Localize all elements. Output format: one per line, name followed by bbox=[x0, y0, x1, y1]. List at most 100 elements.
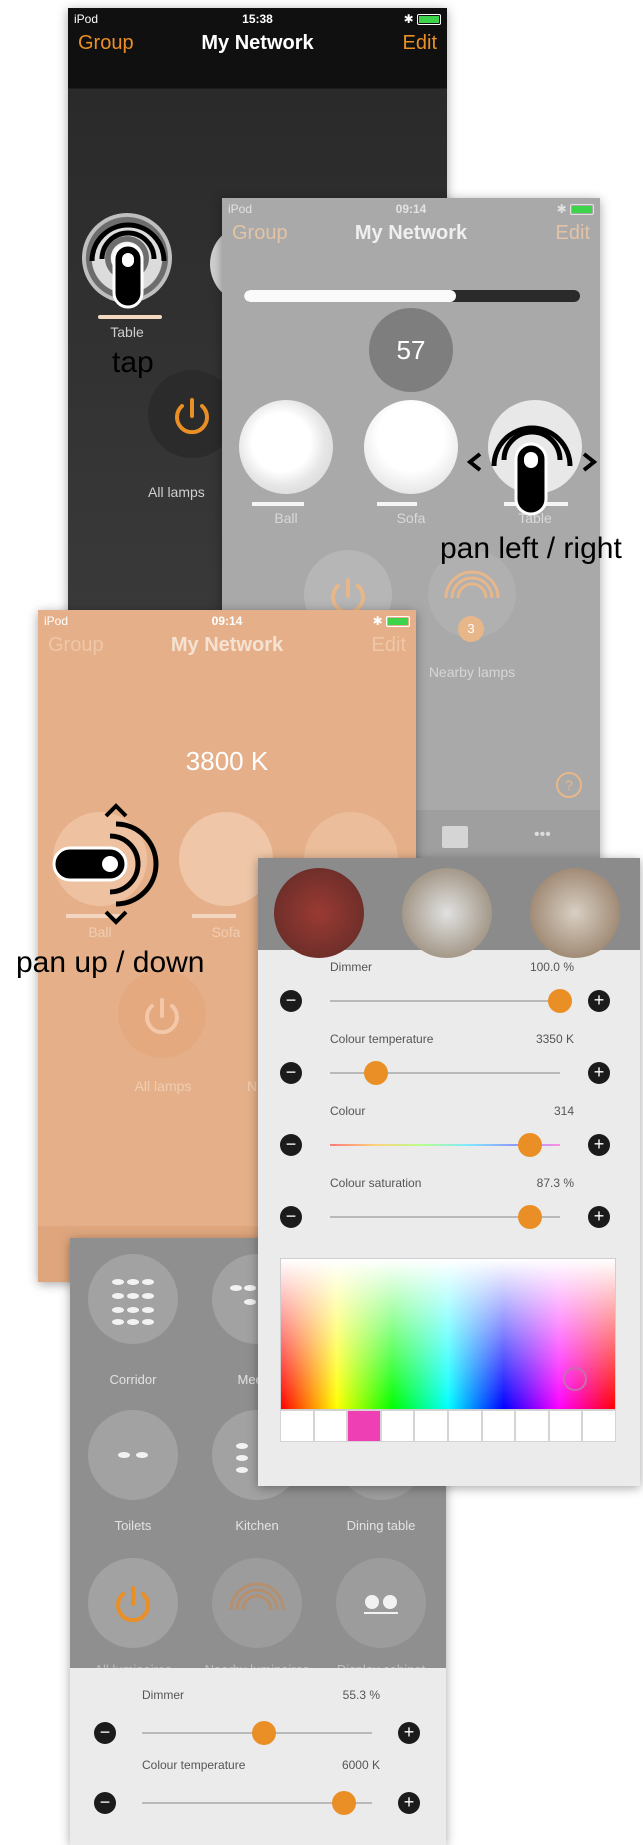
brightness-fill bbox=[244, 290, 456, 302]
colour-swatch[interactable] bbox=[347, 1410, 381, 1442]
group-label: Toilets bbox=[114, 1518, 152, 1533]
tap-gesture-icon bbox=[89, 222, 167, 309]
decrease-button[interactable]: − bbox=[94, 1722, 116, 1744]
colour-picker-cursor[interactable] bbox=[563, 1367, 587, 1391]
help-icon[interactable]: ? bbox=[556, 772, 582, 798]
slider-title: Colour temperature bbox=[330, 1032, 434, 1046]
colour-swatch[interactable] bbox=[447, 1410, 482, 1442]
decrease-button[interactable]: − bbox=[280, 1206, 302, 1228]
colour-swatch[interactable] bbox=[414, 1410, 448, 1442]
display-cabinet-button[interactable] bbox=[336, 1558, 426, 1648]
increase-button[interactable]: + bbox=[588, 990, 610, 1012]
clock: 09:14 bbox=[211, 614, 243, 628]
colour-swatch[interactable] bbox=[380, 1410, 415, 1442]
gesture-label-tap: tap bbox=[112, 346, 154, 379]
scenes-tab-icon[interactable] bbox=[442, 826, 468, 848]
slider-value: 100.0 % bbox=[529, 960, 574, 974]
edit-button[interactable]: Edit bbox=[372, 634, 406, 657]
lamp-label: Sofa bbox=[396, 510, 426, 526]
slider-title: Dimmer bbox=[142, 1688, 184, 1702]
slider-title: Colour saturation bbox=[330, 1176, 422, 1190]
colour-temperature-readout: 3800 K bbox=[185, 746, 269, 776]
gesture-label-pan-up-down: pan up / down bbox=[16, 946, 205, 979]
pan-up-down-gesture-icon bbox=[52, 803, 159, 925]
colour-swatch[interactable] bbox=[582, 1410, 616, 1442]
slider-track[interactable] bbox=[330, 1000, 560, 1002]
slider-title: Colour bbox=[330, 1104, 366, 1118]
value-bubble-text: 57 bbox=[396, 335, 426, 365]
more-tab-icon[interactable]: ••• bbox=[534, 826, 551, 844]
lamp-thumbnail[interactable] bbox=[402, 868, 492, 958]
increase-button[interactable]: + bbox=[588, 1134, 610, 1156]
page-title: My Network bbox=[354, 222, 468, 244]
page-title: My Network bbox=[201, 32, 314, 54]
value-bubble: 57 bbox=[369, 308, 453, 392]
slider-value: 87.3 % bbox=[536, 1176, 574, 1190]
all-luminaires-power-button[interactable] bbox=[88, 1558, 178, 1648]
help-glyph: ? bbox=[565, 777, 573, 793]
status-bar: iPod 09:14 ✱ bbox=[222, 198, 600, 220]
slider-title: Dimmer bbox=[330, 960, 372, 974]
increase-button[interactable]: + bbox=[398, 1792, 420, 1814]
colour-swatch[interactable] bbox=[481, 1410, 516, 1442]
slider-value: 3350 K bbox=[535, 1032, 574, 1046]
lamp-thumbnail[interactable] bbox=[530, 868, 620, 958]
lamp-label: Ball bbox=[274, 510, 298, 526]
lamp-sofa[interactable] bbox=[364, 400, 458, 494]
lamp-level-bar bbox=[98, 315, 162, 319]
slider-value: 314 bbox=[553, 1104, 574, 1118]
clock: 09:14 bbox=[395, 202, 427, 216]
group-corridor[interactable] bbox=[88, 1254, 178, 1344]
screen-colour-controls: Dimmer 100.0 % − + Colour temperature 3350 K −… bbox=[258, 858, 640, 1486]
slider-knob[interactable] bbox=[548, 989, 572, 1013]
colour-swatch[interactable] bbox=[280, 1410, 314, 1442]
group-toilets[interactable] bbox=[88, 1410, 178, 1500]
lamp-ball[interactable] bbox=[239, 400, 333, 494]
pan-left-right-gesture-icon bbox=[466, 425, 598, 516]
status-bar: iPod 15:38 ✱ bbox=[68, 8, 447, 30]
slider-value: 6000 K bbox=[341, 1758, 380, 1772]
battery-icon: ✱ bbox=[557, 202, 594, 216]
lamp-label: Ball bbox=[88, 924, 112, 940]
decrease-button[interactable]: − bbox=[280, 1134, 302, 1156]
slider-knob[interactable] bbox=[332, 1791, 356, 1815]
colour-swatch[interactable] bbox=[313, 1410, 348, 1442]
slider-knob[interactable] bbox=[518, 1205, 542, 1229]
colour-picker[interactable] bbox=[280, 1258, 616, 1410]
slider-knob[interactable] bbox=[364, 1061, 388, 1085]
lamp-thumbnail[interactable] bbox=[274, 868, 364, 958]
nearby-luminaires-button[interactable] bbox=[212, 1558, 302, 1648]
nearby-count-badge: 3 bbox=[458, 616, 484, 642]
colour-swatch[interactable] bbox=[548, 1410, 583, 1442]
increase-button[interactable]: + bbox=[588, 1206, 610, 1228]
slider-title: Colour temperature bbox=[142, 1758, 246, 1772]
slider-knob[interactable] bbox=[252, 1721, 276, 1745]
all-lamps-power-button[interactable] bbox=[118, 970, 206, 1058]
brightness-bar[interactable] bbox=[244, 290, 580, 302]
clock: 15:38 bbox=[242, 12, 273, 26]
gesture-label-pan-left-right: pan left / right bbox=[440, 532, 622, 565]
battery-icon: ✱ bbox=[373, 614, 410, 628]
decrease-button[interactable]: − bbox=[280, 990, 302, 1012]
nearby-signal-icon bbox=[229, 1582, 285, 1611]
group-label: Corridor bbox=[109, 1372, 157, 1387]
nearby-lamps-label: Nearby lamps bbox=[428, 664, 516, 680]
colour-swatch-row bbox=[280, 1410, 616, 1442]
decrease-button[interactable]: − bbox=[94, 1792, 116, 1814]
colour-swatch[interactable] bbox=[515, 1410, 549, 1442]
increase-button[interactable]: + bbox=[398, 1722, 420, 1744]
power-icon bbox=[145, 998, 179, 1035]
edit-button[interactable]: Edit bbox=[403, 32, 437, 55]
lamp-level-bar bbox=[252, 502, 304, 506]
group-layout-icon bbox=[118, 1452, 148, 1458]
slider-knob[interactable] bbox=[518, 1133, 542, 1157]
edit-button[interactable]: Edit bbox=[556, 222, 590, 245]
increase-button[interactable]: + bbox=[588, 1062, 610, 1084]
lamp-label: Table bbox=[110, 324, 144, 340]
power-icon bbox=[116, 1586, 150, 1623]
status-bar: iPod 09:14 ✱ bbox=[38, 610, 416, 632]
group-label: Dining table bbox=[346, 1518, 416, 1533]
page-title: My Network bbox=[170, 634, 284, 656]
lamp-level-bar bbox=[377, 502, 417, 506]
decrease-button[interactable]: − bbox=[280, 1062, 302, 1084]
